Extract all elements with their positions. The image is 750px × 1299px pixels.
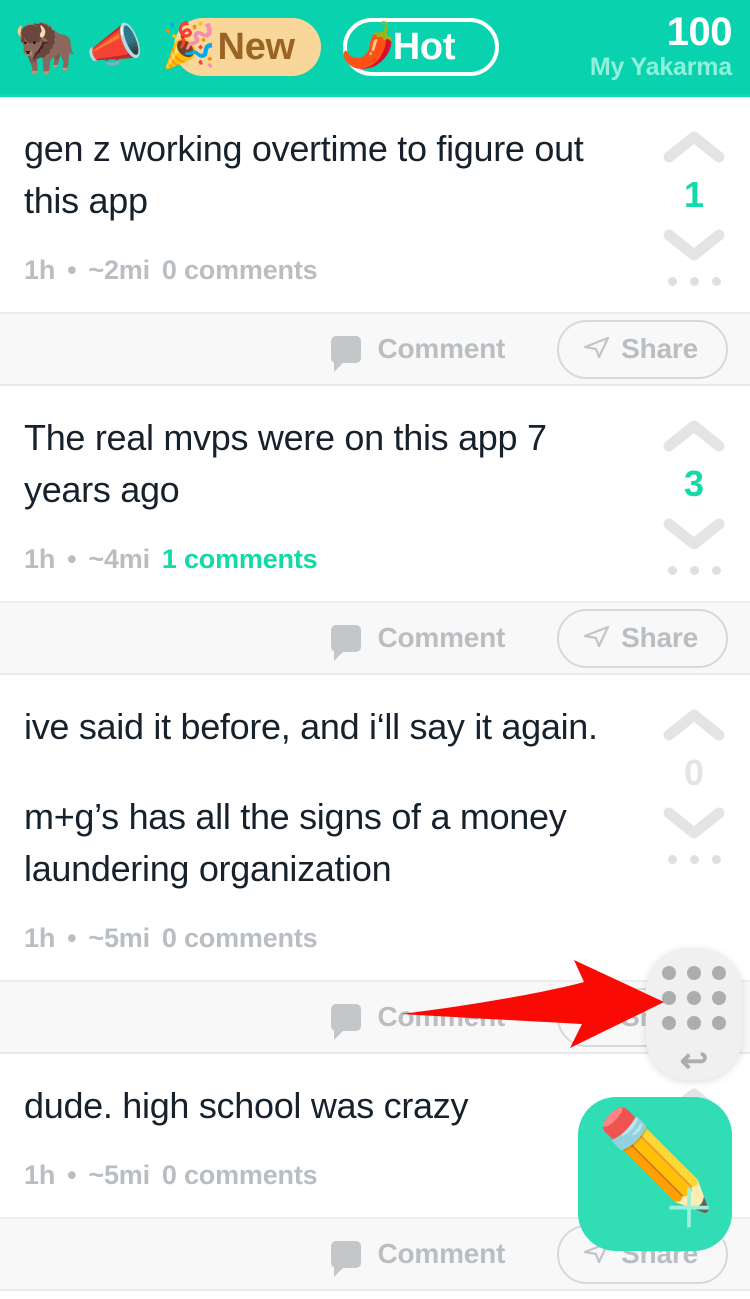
paper-plane-icon bbox=[581, 332, 611, 367]
speech-bubble-icon bbox=[331, 335, 362, 372]
post-body: gen z working overtime to figure out thi… bbox=[0, 123, 638, 312]
yakarma-value: 100 bbox=[666, 10, 733, 54]
post-body: The real mvps were on this app 7 years a… bbox=[0, 412, 638, 601]
post-distance: ~5mi bbox=[88, 1160, 150, 1190]
vote-score: 3 bbox=[683, 463, 705, 504]
tab-hot-label: Hot bbox=[392, 25, 456, 68]
more-dots-icon[interactable] bbox=[667, 277, 721, 286]
paper-plane-icon bbox=[581, 621, 611, 656]
comment-label: Comment bbox=[377, 622, 506, 653]
post-meta: 1h • ~2mi 0 comments bbox=[24, 255, 628, 312]
comment-button[interactable]: Comment bbox=[331, 622, 506, 661]
upvote-button[interactable] bbox=[663, 129, 725, 163]
app-root: 🦬 📣 🎉 New 🌶️ Hot 100 My Yakarma gen z wo… bbox=[0, 0, 750, 1299]
post-action-bar: Comment Share bbox=[0, 601, 750, 675]
my-yakarma[interactable]: 100 My Yakarma bbox=[590, 12, 736, 82]
share-button[interactable]: Share bbox=[557, 319, 728, 379]
post-text: ive said it before, and i‘ll say it agai… bbox=[24, 701, 628, 895]
downvote-button[interactable] bbox=[663, 805, 725, 839]
post-card[interactable]: ive said it before, and i‘ll say it agai… bbox=[0, 675, 750, 980]
yakarma-label: My Yakarma bbox=[589, 53, 732, 81]
meta-separator: • bbox=[67, 1160, 77, 1190]
post-action-bar: Comment Share bbox=[0, 312, 750, 386]
yak-head-icon[interactable]: 🦬 bbox=[14, 22, 76, 72]
back-arrow-icon[interactable]: ↩ bbox=[680, 1044, 709, 1078]
feed-sort-tabs: 🎉 New 🌶️ Hot bbox=[156, 18, 500, 76]
share-label: Share bbox=[621, 333, 698, 364]
meta-separator: • bbox=[67, 923, 77, 953]
post-comment-count[interactable]: 0 comments bbox=[162, 255, 318, 286]
post-text: dude. high school was crazy bbox=[24, 1080, 628, 1132]
post-comment-count[interactable]: 1 comments bbox=[162, 544, 318, 575]
post-distance: ~4mi bbox=[88, 544, 150, 574]
upvote-button[interactable] bbox=[663, 418, 725, 452]
hot-pepper-icon: 🌶️ bbox=[340, 21, 396, 71]
compose-post-button[interactable]: ✏️ ＋ bbox=[578, 1097, 732, 1251]
comment-label: Comment bbox=[377, 333, 506, 364]
post-meta: 1h • ~5mi 0 comments bbox=[24, 1160, 628, 1217]
tab-new-label: New bbox=[217, 25, 296, 68]
speech-bubble-icon bbox=[331, 1240, 362, 1277]
post-distance: ~2mi bbox=[88, 255, 150, 285]
red-pointer-arrow-icon bbox=[401, 960, 664, 1048]
upvote-button[interactable] bbox=[663, 707, 725, 741]
post-time: 1h bbox=[24, 923, 56, 953]
post-paragraph: m+g’s has all the signs of a money laund… bbox=[24, 796, 567, 889]
post-time: 1h bbox=[24, 255, 56, 285]
vote-column: 0 bbox=[638, 701, 750, 980]
post-card[interactable]: The real mvps were on this app 7 years a… bbox=[0, 386, 750, 601]
post-text: The real mvps were on this app 7 years a… bbox=[24, 412, 628, 516]
comment-button[interactable]: Comment bbox=[331, 333, 506, 372]
post-body: dude. high school was crazy 1h • ~5mi 0 comm… bbox=[0, 1080, 638, 1217]
more-dots-icon[interactable] bbox=[667, 855, 721, 864]
share-label: Share bbox=[621, 622, 698, 653]
downvote-button[interactable] bbox=[663, 516, 725, 550]
vote-column: 1 bbox=[638, 123, 750, 312]
downvote-button[interactable] bbox=[663, 227, 725, 261]
nine-dot-grid-icon[interactable] bbox=[662, 966, 726, 1030]
app-header: 🦬 📣 🎉 New 🌶️ Hot 100 My Yakarma bbox=[0, 0, 750, 94]
plus-icon: ＋ bbox=[662, 1180, 716, 1240]
post-paragraph: The real mvps were on this app 7 years a… bbox=[24, 417, 547, 510]
vote-score: 0 bbox=[683, 752, 705, 793]
post-time: 1h bbox=[24, 1160, 56, 1190]
post-comment-count[interactable]: 0 comments bbox=[162, 1160, 318, 1191]
speech-bubble-icon bbox=[331, 624, 362, 661]
post-card[interactable]: gen z working overtime to figure out thi… bbox=[0, 97, 750, 312]
share-button[interactable]: Share bbox=[557, 608, 728, 668]
megaphone-icon[interactable]: 📣 bbox=[86, 22, 143, 68]
meta-separator: • bbox=[67, 255, 77, 285]
comment-button[interactable]: Comment bbox=[331, 1238, 506, 1277]
post-time: 1h bbox=[24, 544, 56, 574]
post-paragraph: gen z working overtime to figure out thi… bbox=[24, 128, 584, 221]
post-meta: 1h • ~4mi 1 comments bbox=[24, 544, 628, 601]
vote-column: 3 bbox=[638, 412, 750, 601]
party-popper-icon: 🎉 bbox=[161, 21, 217, 71]
post-paragraph: ive said it before, and i‘ll say it agai… bbox=[24, 706, 598, 747]
tab-hot[interactable]: 🌶️ Hot bbox=[340, 18, 500, 76]
more-dots-icon[interactable] bbox=[667, 566, 721, 575]
post-body: ive said it before, and i‘ll say it agai… bbox=[0, 701, 638, 980]
post-paragraph: dude. high school was crazy bbox=[24, 1085, 469, 1126]
vote-score: 1 bbox=[683, 174, 705, 215]
post-distance: ~5mi bbox=[88, 923, 150, 953]
meta-separator: • bbox=[67, 544, 77, 574]
speech-bubble-icon bbox=[331, 1003, 362, 1040]
tab-new[interactable]: 🎉 New bbox=[162, 18, 321, 76]
post-text: gen z working overtime to figure out thi… bbox=[24, 123, 628, 227]
comment-label: Comment bbox=[377, 1238, 506, 1269]
post-comment-count[interactable]: 0 comments bbox=[162, 923, 318, 954]
